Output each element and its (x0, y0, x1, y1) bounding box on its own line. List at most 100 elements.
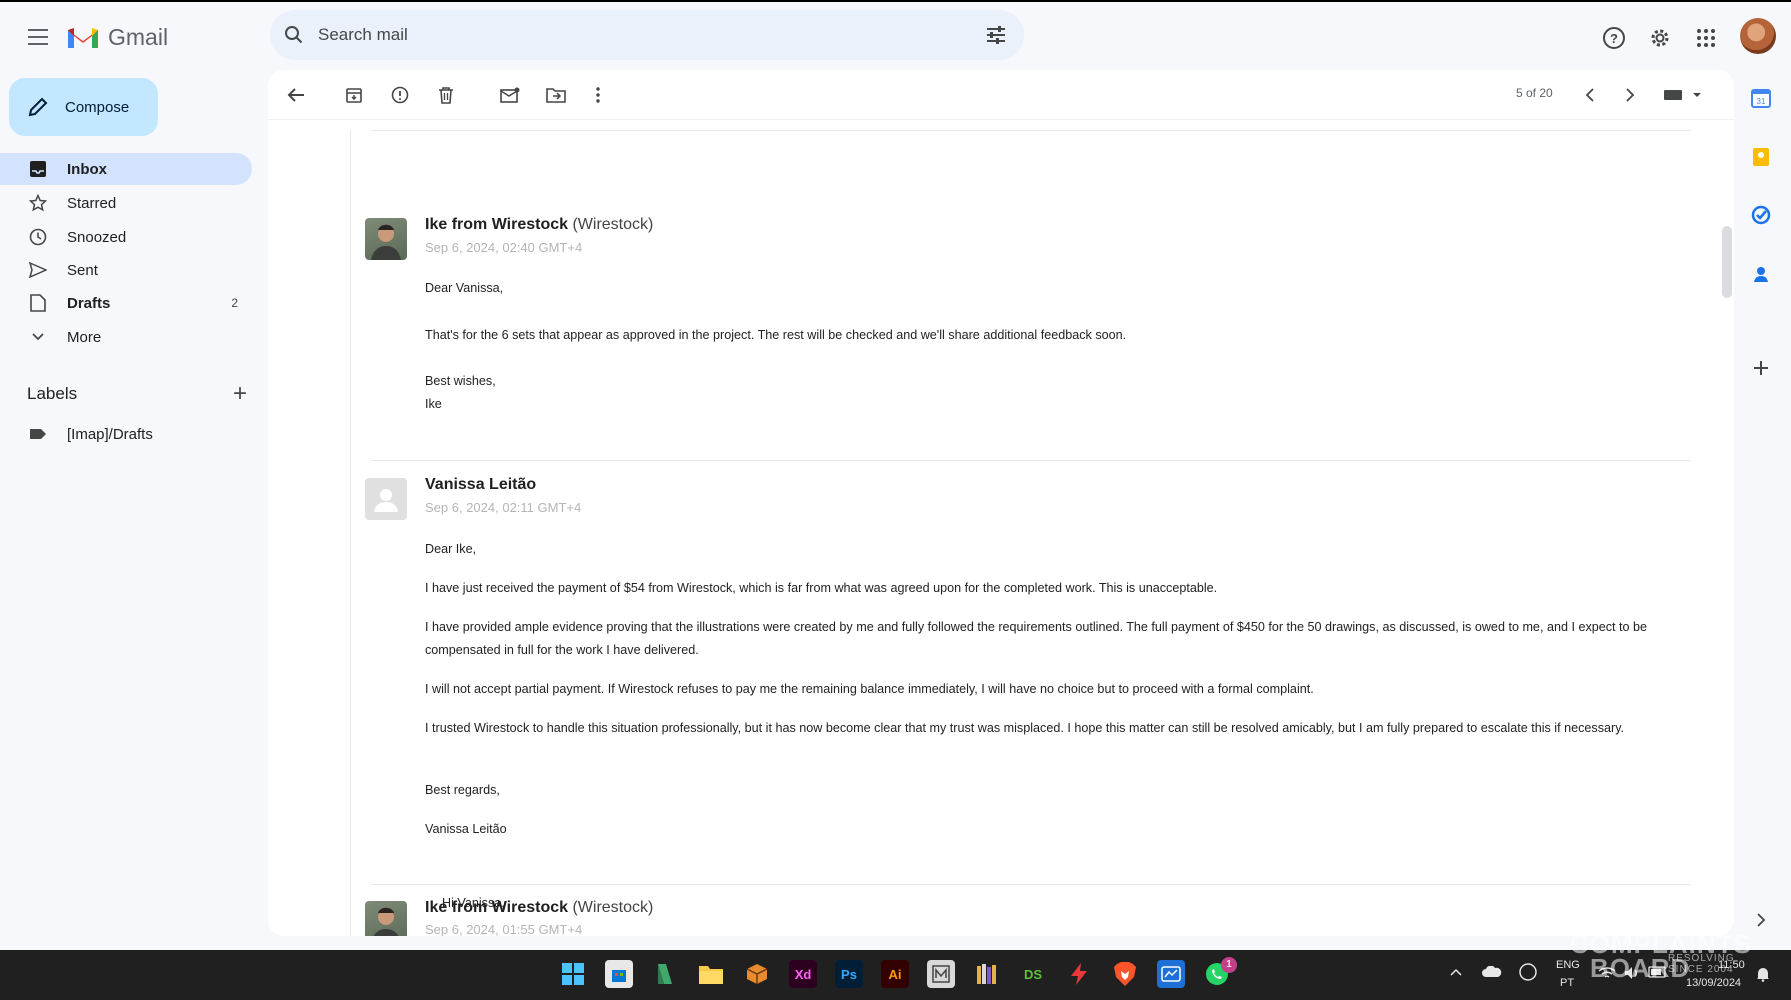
text-editor-app-icon[interactable] (927, 960, 955, 988)
message-body-line: Dear Ike, (425, 542, 477, 556)
sidebar-item-label: Inbox (67, 160, 107, 178)
sidebar-item-drafts[interactable]: Drafts 2 (0, 287, 252, 319)
send-icon (28, 260, 48, 280)
account-avatar[interactable] (1740, 18, 1776, 54)
svg-text:?: ? (1610, 31, 1618, 46)
scrollbar-thumb[interactable] (1722, 226, 1732, 298)
search-icon[interactable] (284, 25, 304, 45)
sidebar-item-starred[interactable]: Starred (0, 187, 252, 219)
taskbar-app-ps[interactable]: Ps (835, 960, 863, 988)
input-tools-keyboard-icon[interactable] (1660, 83, 1704, 107)
windows-start-icon[interactable] (559, 960, 587, 988)
sender-avatar[interactable] (365, 218, 407, 260)
star-icon (28, 193, 48, 213)
book-app-icon[interactable] (651, 960, 679, 988)
next-chevron-icon[interactable] (1618, 83, 1642, 107)
gmail-logo[interactable]: Gmail (66, 20, 168, 54)
help-icon[interactable]: ? (1596, 20, 1632, 56)
drafts-count: 2 (231, 296, 238, 310)
apps-grid-icon[interactable] (1688, 20, 1724, 56)
keep-notes-icon[interactable] (1749, 145, 1773, 169)
search-options-icon[interactable] (986, 26, 1006, 44)
file-explorer-icon[interactable] (697, 960, 725, 988)
message-divider (371, 130, 1691, 131)
sender-avatar[interactable] (365, 901, 407, 936)
message-panel: 5 of 20 Ike from Wirestock (Wirestock) S… (268, 70, 1734, 936)
watermark-sub1: RESOLVING (1668, 953, 1735, 964)
store-app-icon[interactable] (605, 960, 633, 988)
draft-file-icon (28, 293, 48, 313)
message-body-line: Hi Vanissa, (442, 896, 505, 910)
archive-icon[interactable] (342, 83, 366, 107)
watermark-subtitle: RESOLVING SINCE 2004 (1668, 953, 1735, 975)
app-title: Gmail (108, 23, 169, 50)
search-bar[interactable]: Search mail (270, 10, 1024, 60)
message-date: Sep 6, 2024, 02:11 GMT+4 (425, 500, 582, 515)
main-menu-button[interactable] (22, 22, 54, 52)
sidebar-label-imap-drafts[interactable]: [Imap]/Drafts (0, 418, 252, 450)
message-divider (371, 460, 1691, 461)
labels-heading: Labels (27, 384, 78, 403)
message-sender: Ike from Wirestock (Wirestock) (425, 216, 653, 234)
more-options-vertical-icon[interactable] (586, 83, 610, 107)
report-spam-icon[interactable] (388, 83, 412, 107)
message-body-line: That's for the 6 sets that appear as app… (425, 328, 1127, 342)
labels-section-header: Labels + (27, 380, 247, 408)
sidebar-item-label: Sent (67, 261, 98, 279)
back-arrow-icon[interactable] (284, 83, 308, 107)
message-body-line: Dear Vanissa, (425, 281, 504, 295)
taskbar-app-ai[interactable]: Ai (881, 960, 909, 988)
mark-unread-icon[interactable] (498, 83, 522, 107)
gmail-m-icon (68, 28, 98, 48)
library-app-icon[interactable] (973, 960, 1001, 988)
add-addon-plus-icon[interactable] (1749, 356, 1773, 380)
message-sender: Vanissa Leitão (425, 476, 536, 494)
clock-icon (28, 227, 48, 247)
message-body-line: I have provided ample evidence proving t… (425, 620, 1648, 657)
taskbar-app-ds[interactable]: DS (1019, 960, 1047, 988)
pencil-icon (28, 97, 48, 117)
remote-app-icon[interactable] (1157, 960, 1185, 988)
sidebar-item-label: Starred (67, 194, 117, 212)
settings-gear-icon[interactable] (1642, 20, 1678, 56)
compose-label: Compose (65, 98, 130, 116)
move-to-folder-icon[interactable] (544, 83, 568, 107)
sidebar-item-sent[interactable]: Sent (0, 254, 252, 286)
conversation-thread: Ike from Wirestock (Wirestock) Sep 6, 20… (350, 130, 1722, 936)
calendar-icon[interactable]: 31 (1749, 86, 1773, 110)
svg-text:31: 31 (1757, 97, 1766, 106)
previous-chevron-icon[interactable] (1578, 83, 1602, 107)
label-tag-icon (28, 424, 48, 444)
sidebar-item-inbox[interactable]: Inbox (0, 153, 252, 185)
window-top-border (0, 0, 1791, 2)
contacts-icon[interactable] (1749, 262, 1773, 286)
sender-name: Ike from Wirestock (425, 216, 569, 233)
message-body-line: Ike (425, 397, 442, 411)
message-body-line: Best regards, (425, 783, 500, 797)
sender-name: Vanissa Leitão (425, 476, 537, 493)
compose-button[interactable]: Compose (9, 78, 158, 136)
hamburger-icon (28, 29, 48, 31)
tray-overflow-chevron-icon[interactable] (1450, 967, 1462, 979)
expand-side-panel-chevron-icon[interactable] (1749, 908, 1773, 932)
tasks-icon[interactable] (1749, 203, 1773, 227)
sidebar-item-more[interactable]: More (0, 321, 252, 353)
sidebar-item-snoozed[interactable]: Snoozed (0, 221, 252, 253)
package-app-icon[interactable] (743, 960, 771, 988)
sidebar-item-label: Drafts (67, 294, 111, 312)
delete-trash-icon[interactable] (434, 83, 458, 107)
message-body-line: Vanissa Leitão (425, 822, 507, 836)
sidebar-item-label: More (67, 328, 102, 346)
sender-org: (Wirestock) (572, 216, 654, 233)
inbox-icon (28, 159, 48, 179)
sender-avatar[interactable] (365, 478, 407, 520)
message-date: Sep 6, 2024, 01:55 GMT+4 (425, 922, 583, 936)
message-divider (371, 884, 1691, 885)
flash-app-icon[interactable] (1065, 960, 1093, 988)
search-input[interactable]: Search mail (318, 25, 986, 45)
brave-browser-icon[interactable] (1111, 960, 1139, 988)
pagination-text: 5 of 20 (1516, 86, 1553, 100)
taskbar-app-xd[interactable]: Xd (789, 960, 817, 988)
add-label-plus-icon[interactable]: + (233, 380, 247, 408)
onedrive-cloud-icon[interactable] (1482, 965, 1502, 981)
